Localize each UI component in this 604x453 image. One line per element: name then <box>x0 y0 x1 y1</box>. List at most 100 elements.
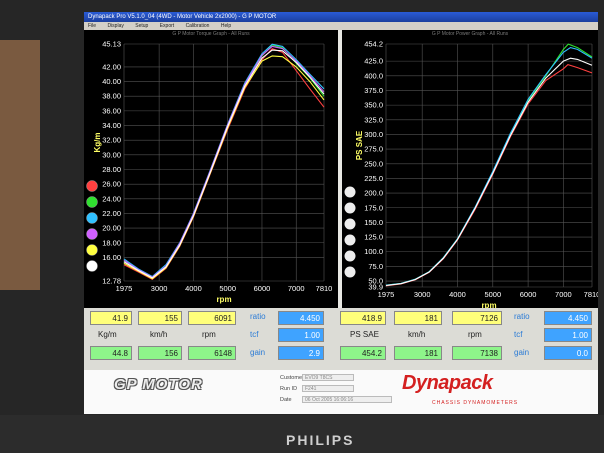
torque-y-tick: 32.00 <box>102 136 121 145</box>
torque-x-tick: 5000 <box>219 284 236 293</box>
tcf-value-right[interactable]: 1.00 <box>544 328 592 342</box>
tcf-value[interactable]: 1.00 <box>278 328 324 342</box>
ratio-label: ratio <box>250 312 266 321</box>
power-run-selector-4[interactable] <box>344 250 356 262</box>
power-y-tick: 150.0 <box>364 218 383 227</box>
ratio-value-right[interactable]: 4.450 <box>544 311 592 325</box>
torque-run-selector-3[interactable] <box>86 228 98 240</box>
torque-unit-label: Kg/m <box>98 330 117 339</box>
torque-series-line-4 <box>123 55 325 280</box>
peak-power-value: 454.2 <box>340 346 386 360</box>
torque-series-line-0 <box>123 47 325 281</box>
torque-run-selector-4[interactable] <box>86 244 98 256</box>
power-run-selector-2[interactable] <box>344 218 356 230</box>
power-run-selector-3[interactable] <box>344 234 356 246</box>
menu-file[interactable]: File <box>88 23 96 29</box>
footer: GP MOTOR Customer Run ID Date EVO9 T8CS … <box>84 370 598 414</box>
background-wall <box>0 40 40 290</box>
rpm-unit-label-right: rpm <box>468 330 482 339</box>
power-chart-panel[interactable]: G P Motor Power Graph - All Runs 1975 300… <box>342 30 598 308</box>
rpm-value-right: 7126 <box>452 311 502 325</box>
power-run-selector-0[interactable] <box>344 186 356 198</box>
power-y-tick: 375.0 <box>364 86 383 95</box>
power-y-tick: 200.0 <box>364 189 383 198</box>
screen: Dynapack Pro V5.1.0_04 (4WD - Motor Vehi… <box>84 12 598 414</box>
torque-y-tick: 45.13 <box>102 40 121 49</box>
torque-y-tick: 34.00 <box>102 121 121 130</box>
menu-display[interactable]: Display <box>107 23 123 29</box>
power-y-tick: 175.0 <box>364 203 383 212</box>
torque-x-tick: 7000 <box>288 284 305 293</box>
ratio-label-right: ratio <box>514 312 530 321</box>
peak-torque-value: 44.8 <box>90 346 132 360</box>
power-run-selector-5[interactable] <box>344 266 356 278</box>
readout-area: 41.9 155 6091 Kg/m km/h rpm 44.8 156 614… <box>84 308 598 370</box>
torque-y-tick: 26.00 <box>102 180 121 189</box>
torque-y-tick: 18.00 <box>102 238 121 247</box>
peak-speed-value: 156 <box>138 346 182 360</box>
speed-unit-label-right: km/h <box>408 330 426 339</box>
torque-x-tick: 3000 <box>151 284 168 293</box>
power-x-label: rpm <box>481 301 496 308</box>
torque-value: 41.9 <box>90 311 132 325</box>
torque-run-selector-2[interactable] <box>86 212 98 224</box>
dynapack-logo: Dynapack <box>402 372 493 394</box>
torque-y-tick: 38.00 <box>102 92 121 101</box>
power-series-line-2 <box>385 47 593 286</box>
torque-x-label: rpm <box>216 295 231 304</box>
torque-chart[interactable]: 1975 3000 4000 5000 6000 7000 781045.1342.0040… <box>84 30 338 308</box>
power-x-tick: 7810 <box>584 290 598 299</box>
torque-series-line-2 <box>123 43 325 278</box>
date-value: 06 Oct 2005 16:06:16 <box>302 396 392 403</box>
gain-label: gain <box>250 348 266 357</box>
power-series-line-1 <box>385 43 593 286</box>
speed-value-right: 181 <box>394 311 442 325</box>
torque-run-selector-5[interactable] <box>86 260 98 272</box>
torque-run-selector-0[interactable] <box>86 180 98 192</box>
gain-label-right: gain <box>514 348 530 357</box>
peak-speed-value-right: 181 <box>394 346 442 360</box>
power-y-label: PS SAE <box>355 130 364 160</box>
torque-y-tick: 24.00 <box>102 194 121 203</box>
window-titlebar: Dynapack Pro V5.1.0_04 (4WD - Motor Vehi… <box>84 12 598 22</box>
date-label: Date <box>280 397 292 403</box>
power-series-line-0 <box>385 63 593 287</box>
menu-bar: File Display Setup Export Calibration He… <box>84 22 598 30</box>
gain-value[interactable]: 2.9 <box>278 346 324 360</box>
shop-logo: GP MOTOR <box>114 376 203 393</box>
torque-x-tick: 6000 <box>254 284 271 293</box>
menu-calibration[interactable]: Calibration <box>186 23 210 29</box>
power-y-tick: 454.2 <box>364 40 383 49</box>
power-y-tick: 350.0 <box>364 101 383 110</box>
menu-export[interactable]: Export <box>160 23 174 29</box>
torque-y-label: Kg/m <box>93 133 102 153</box>
power-run-selector-1[interactable] <box>344 202 356 214</box>
power-y-tick: 300.0 <box>364 130 383 139</box>
menu-help[interactable]: Help <box>221 23 231 29</box>
rpm-value: 6091 <box>188 311 236 325</box>
power-y-tick: 39.9 <box>368 283 383 292</box>
speed-unit-label: km/h <box>150 330 168 339</box>
torque-y-tick: 28.00 <box>102 165 121 174</box>
power-series-line-3 <box>385 57 593 287</box>
speed-value: 155 <box>138 311 182 325</box>
peak-rpm-value-right: 7138 <box>452 346 502 360</box>
power-x-tick: 6000 <box>520 290 537 299</box>
gain-value-right[interactable]: 0.0 <box>544 346 592 360</box>
tcf-label: tcf <box>250 330 259 339</box>
power-chart[interactable]: 1975300040005000600070007810454.2425.040… <box>342 30 598 308</box>
power-y-tick: 225.0 <box>364 174 383 183</box>
power-value: 418.9 <box>340 311 386 325</box>
run-id-value: F241 <box>302 385 354 392</box>
ratio-value[interactable]: 4.450 <box>278 311 324 325</box>
tcf-label-right: tcf <box>514 330 523 339</box>
power-y-tick: 100.0 <box>364 247 383 256</box>
customer-label: Customer <box>280 375 304 381</box>
power-y-tick: 275.0 <box>364 145 383 154</box>
torque-chart-panel[interactable]: G P Motor Torque Graph - All Runs 1975 30… <box>84 30 338 308</box>
torque-run-selector-1[interactable] <box>86 196 98 208</box>
power-x-tick: 5000 <box>484 290 501 299</box>
torque-y-tick: 36.00 <box>102 106 121 115</box>
customer-value: EVO9 T8CS <box>302 374 354 381</box>
menu-setup[interactable]: Setup <box>135 23 148 29</box>
